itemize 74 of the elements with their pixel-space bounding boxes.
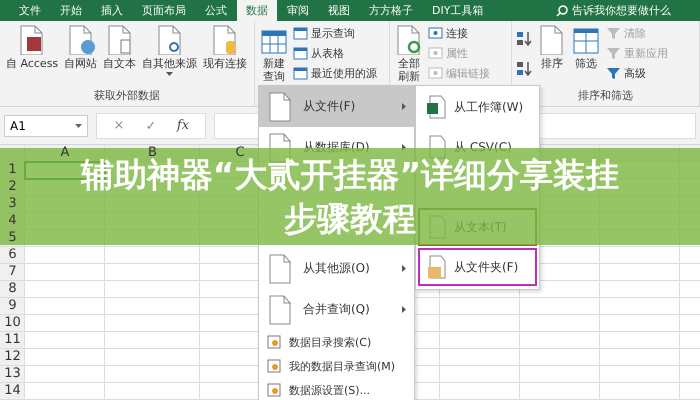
row-header[interactable]: 14 [4,383,21,399]
chevron-right-icon [402,265,406,272]
row-header[interactable]: 9 [8,298,17,314]
formula-button[interactable]: × [105,117,133,134]
ribbon-tab[interactable]: 公式 [196,0,236,21]
ribbon-button[interactable]: 现有连接 [201,23,250,72]
group-label: 排序和筛选 [578,89,633,102]
ribbon-button[interactable]: 最近使用的源 [291,65,379,82]
sort-ascending-icon [516,31,534,47]
folder-icon [426,255,446,279]
sort-descending-icon [516,61,534,77]
row-header[interactable]: 12 [4,349,21,365]
row-header[interactable]: 13 [4,366,21,382]
funnel-icon [606,46,621,61]
ribbon-tab[interactable]: 插入 [92,0,132,21]
caret-icon [166,72,174,76]
menu-item[interactable]: 合并查询(Q) [259,289,414,330]
group-label: 获取外部数据 [94,89,160,102]
menu-item[interactable]: 从其他源(O) [259,248,414,289]
ribbon-tab[interactable]: 方方格子 [360,0,422,21]
menu-item[interactable]: 从文件(F) [259,86,414,127]
formula-button[interactable]: ✓ [137,116,165,134]
ribbon-tab[interactable]: 文件 [10,0,50,21]
ribbon-tab[interactable]: 数据 [237,0,277,21]
spreadsheet-icon [426,95,446,119]
menu-item[interactable]: 从文件夹(F) [418,248,537,286]
row-header[interactable]: 6 [8,247,17,263]
document-icon [267,92,293,122]
menu-item[interactable]: 我的数据目录查询(M) [259,354,414,378]
table-icon [293,46,308,61]
tell-me-field[interactable]: 告诉我你想要做什么 [572,4,690,17]
ribbon-tab[interactable]: 开始 [51,0,91,21]
ribbon-button[interactable]: 自 Access [4,23,60,72]
row-header[interactable]: 2 [8,179,17,195]
column-header[interactable]: C [235,145,245,161]
menu-item[interactable]: 数据源设置(S)... [259,378,414,400]
ribbon-tab[interactable]: 视图 [319,0,359,21]
row-header[interactable]: 3 [8,196,17,212]
row-header[interactable]: 5 [8,230,17,246]
caret-icon [75,124,82,128]
refresh-icon [395,25,423,55]
chevron-right-icon [402,306,406,313]
search-icon [556,4,568,16]
ribbon-button[interactable]: 显示查询 [291,25,379,42]
chevron-right-icon [402,103,406,110]
table-icon [293,66,308,81]
document-icon [267,294,293,324]
banner-title: 步骤教程 [284,198,416,240]
menu-item[interactable]: 数据目录搜索(C) [259,330,414,354]
row-header[interactable]: 1 [8,162,17,178]
document-icon [267,254,293,284]
row-header[interactable]: 7 [8,264,17,280]
ribbon-tab[interactable]: DIY工具箱 [423,0,492,21]
ribbon-tab[interactable]: 页面布局 [133,0,195,21]
ribbon-button[interactable]: 自文本 [101,23,138,72]
funnel-icon [606,66,621,81]
ribbon-tab[interactable]: 审阅 [278,0,318,21]
ribbon-button[interactable]: 排序 [536,23,568,72]
name-box[interactable]: A1 [4,114,88,136]
row-header[interactable]: 8 [8,281,17,297]
ribbon-button[interactable]: 从表格 [291,45,379,62]
ribbon-button[interactable]: 自网站 [62,23,100,72]
globe-document-icon [66,25,95,55]
row-header[interactable]: 10 [4,315,21,331]
ribbon-button[interactable]: 自其他来源 [140,23,200,78]
column-header[interactable]: A [60,145,70,161]
ribbon-button[interactable]: 连接 [426,25,492,42]
ribbon-button[interactable]: 高级 [604,65,670,82]
row-header[interactable]: 11 [4,332,21,348]
row-header[interactable]: 4 [8,213,17,229]
formula-button[interactable]: fx [169,117,197,134]
ribbon-button[interactable]: 筛选 [570,23,602,72]
table-icon [293,26,308,41]
funnel-icon [606,26,621,41]
